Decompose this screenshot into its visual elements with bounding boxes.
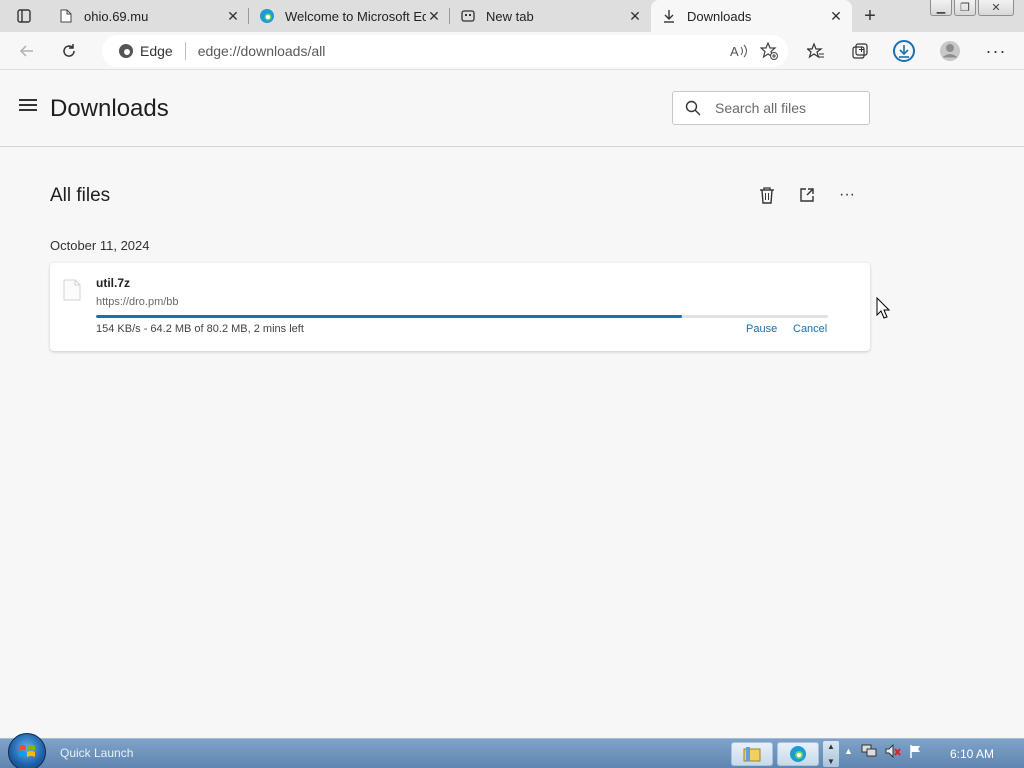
downloads-button[interactable] (889, 36, 919, 66)
site-identity[interactable]: Edge (118, 43, 173, 59)
pause-button[interactable]: Pause (746, 323, 777, 335)
download-progress-fill (96, 315, 682, 318)
edge-icon (259, 8, 275, 24)
download-progress-bar (96, 315, 828, 318)
settings-menu-button[interactable]: ··· (981, 36, 1011, 66)
url-text[interactable]: edge://downloads/all (198, 43, 326, 59)
download-icon (661, 8, 677, 24)
page-icon (58, 8, 74, 24)
browser-toolbar: Edge edge://downloads/all A ··· (0, 32, 1024, 70)
clear-all-button[interactable] (756, 184, 778, 206)
file-name[interactable]: util.7z (96, 276, 130, 290)
tab-new-tab[interactable]: New tab ✕ (450, 0, 651, 32)
taskbar-clock[interactable]: 6:10 AM (950, 747, 994, 761)
close-icon: ✕ (991, 2, 1001, 14)
restore-icon: ❐ (960, 2, 970, 14)
tab-title: Downloads (687, 8, 752, 24)
close-tab-icon[interactable]: ✕ (627, 8, 643, 24)
scroll-down-icon[interactable]: ▼ (827, 757, 835, 766)
tab-actions-icon (17, 9, 31, 23)
tab-strip: ohio.69.mu ✕ Welcome to Microsoft Ed ✕ N… (0, 0, 1024, 32)
close-tab-icon[interactable]: ✕ (426, 8, 442, 24)
back-arrow-icon (19, 44, 33, 57)
favorites-button[interactable] (801, 36, 831, 66)
hamburger-line (19, 109, 37, 111)
search-icon (685, 100, 701, 116)
tab-title: ohio.69.mu (84, 8, 149, 24)
close-tab-icon[interactable]: ✕ (225, 8, 241, 24)
page-header: Downloads (0, 71, 1024, 147)
network-icon[interactable] (861, 744, 877, 758)
favorites-icon (807, 42, 824, 59)
quick-launch-label[interactable]: Quick Launch (60, 746, 133, 760)
back-button[interactable] (12, 36, 42, 66)
menu-button[interactable] (19, 99, 37, 113)
tab-actions-button[interactable] (0, 0, 48, 32)
newtab-icon (460, 8, 476, 24)
tray-expand-icon[interactable]: ▲ (844, 746, 853, 756)
file-icon (63, 279, 81, 301)
refresh-icon (63, 43, 75, 57)
more-icon: ··· (985, 40, 1007, 61)
trash-icon (760, 187, 774, 204)
download-item[interactable]: util.7z https://dro.pm/bb 154 KB/s - 64.… (50, 263, 870, 351)
page-title: Downloads (50, 95, 169, 122)
action-center-flag-icon[interactable] (909, 744, 923, 758)
avatar-icon (940, 41, 960, 61)
profile-button[interactable] (935, 36, 965, 66)
more-options-button[interactable]: ··· (836, 184, 858, 206)
hamburger-line (19, 99, 37, 101)
mouse-cursor-icon (876, 297, 890, 319)
svg-text:A: A (730, 44, 739, 59)
edge-icon (790, 746, 806, 762)
refresh-button[interactable] (54, 36, 84, 66)
taskbar: Quick Launch ▲ ▼ ▲ 6:10 AM (0, 733, 1024, 768)
windows-logo-icon (19, 745, 35, 757)
volume-muted-icon[interactable] (885, 744, 901, 758)
taskbar-edge-button[interactable] (777, 742, 819, 766)
more-icon: ··· (839, 186, 855, 203)
folder-icon (743, 747, 761, 762)
search-input[interactable] (715, 100, 855, 116)
address-bar-actions: A (730, 35, 778, 67)
search-box[interactable] (672, 91, 870, 125)
tab-title: New tab (486, 8, 534, 24)
new-tab-button[interactable]: + (852, 0, 888, 32)
collections-button[interactable] (845, 36, 875, 66)
minimize-icon: ▁ (936, 2, 946, 14)
tab-title: Welcome to Microsoft Ed (285, 8, 426, 24)
open-external-icon (800, 188, 814, 202)
start-button[interactable] (8, 733, 46, 768)
date-group-label: October 11, 2024 (50, 238, 150, 253)
section-actions: ··· (756, 184, 858, 206)
browser-window: ohio.69.mu ✕ Welcome to Microsoft Ed ✕ N… (0, 0, 1024, 768)
system-tray: ▲ (844, 744, 923, 758)
hamburger-line (19, 104, 37, 106)
site-label: Edge (140, 43, 173, 59)
tab-welcome-edge[interactable]: Welcome to Microsoft Ed ✕ (249, 0, 450, 32)
tab-ohio[interactable]: ohio.69.mu ✕ (48, 0, 249, 32)
plus-icon: + (864, 4, 876, 27)
edge-icon (119, 44, 133, 58)
add-favorite-icon[interactable] (760, 42, 778, 60)
address-divider (184, 42, 186, 60)
cancel-button[interactable]: Cancel (793, 323, 827, 335)
tab-downloads[interactable]: Downloads ✕ (651, 0, 852, 32)
address-bar[interactable]: Edge edge://downloads/all A (102, 35, 788, 67)
close-tab-icon[interactable]: ✕ (828, 8, 844, 24)
read-aloud-icon[interactable]: A (730, 43, 748, 59)
download-progress-icon (893, 40, 915, 62)
section-title: All files (50, 185, 111, 206)
close-window-button[interactable]: ✕ (978, 0, 1014, 16)
window-controls: ▁ ❐ ✕ (930, 0, 1014, 16)
download-status: 154 KB/s - 64.2 MB of 80.2 MB, 2 mins le… (96, 323, 304, 335)
restore-button[interactable]: ❐ (954, 0, 976, 16)
open-downloads-folder-button[interactable] (796, 184, 818, 206)
source-url[interactable]: https://dro.pm/bb (96, 296, 179, 308)
scroll-up-icon[interactable]: ▲ (827, 742, 835, 751)
taskbar-explorer-button[interactable] (731, 742, 773, 766)
minimize-button[interactable]: ▁ (930, 0, 952, 16)
taskbar-scroll[interactable]: ▲ ▼ (823, 741, 839, 767)
collections-icon (852, 43, 868, 59)
